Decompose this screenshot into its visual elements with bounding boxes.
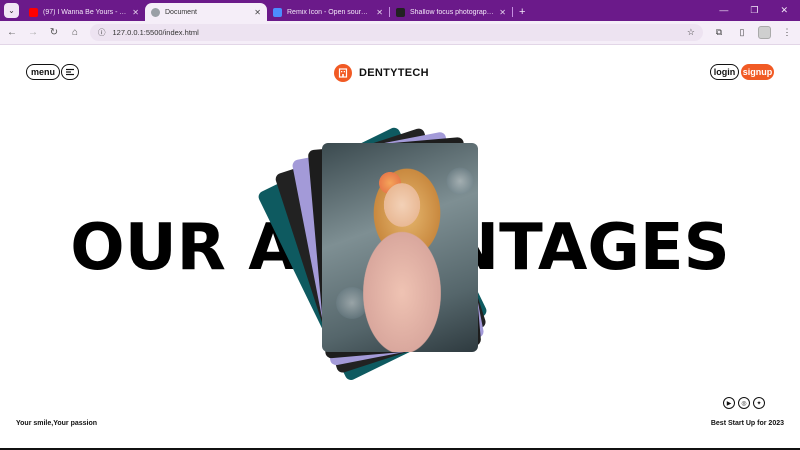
- browser-tab[interactable]: Shallow focus photography of ✕: [390, 3, 512, 21]
- browser-tab[interactable]: (97) I Wanna Be Yours - YouTube ✕: [23, 3, 145, 21]
- award-text: Best Start Up for 2023: [710, 420, 784, 427]
- site-info-icon[interactable]: ⓘ: [98, 27, 106, 38]
- new-tab-icon[interactable]: +: [519, 6, 525, 18]
- youtube-favicon-icon: [29, 7, 38, 17]
- minimize-icon[interactable]: —: [719, 5, 728, 16]
- tab-search-button[interactable]: ⌄: [4, 3, 19, 18]
- close-icon[interactable]: ✕: [376, 8, 383, 17]
- building-logo-icon: [334, 64, 352, 82]
- tab-title: Document: [165, 8, 197, 16]
- back-icon[interactable]: ←: [6, 27, 18, 38]
- close-icon[interactable]: ✕: [132, 8, 139, 17]
- browser-tab[interactable]: Remix Icon - Open source icon ✕: [267, 3, 389, 21]
- tab-title: Remix Icon - Open source icon: [287, 8, 371, 16]
- browser-toolbar: ← → ↻ ⌂ ⓘ 127.0.0.1:5500/index.html ☆ ⧉ …: [0, 21, 800, 45]
- tab-title: Shallow focus photography of: [410, 8, 495, 16]
- menu-button[interactable]: menu: [26, 64, 60, 80]
- close-icon[interactable]: ✕: [254, 8, 261, 17]
- hero-photo-card[interactable]: [322, 143, 478, 352]
- menu-icon: [66, 68, 74, 76]
- browser-tab-active[interactable]: Document ✕: [145, 3, 267, 21]
- close-icon[interactable]: ✕: [499, 8, 506, 17]
- social-links: ▶ ◎ ✦: [723, 397, 765, 409]
- extensions-icon[interactable]: ⧉: [712, 27, 726, 38]
- home-icon[interactable]: ⌂: [69, 27, 81, 38]
- maximize-icon[interactable]: ❐: [750, 5, 758, 16]
- bookmark-star-icon[interactable]: ☆: [687, 27, 695, 38]
- reload-icon[interactable]: ↻: [48, 27, 60, 38]
- twitter-icon[interactable]: ✦: [753, 397, 765, 409]
- tagline: Your smile,Your passion: [16, 420, 98, 427]
- youtube-icon[interactable]: ▶: [723, 397, 735, 409]
- address-bar[interactable]: ⓘ 127.0.0.1:5500/index.html ☆: [90, 24, 703, 41]
- page-content: menu DENTYTECH login signup OUR ADVANTAG…: [0, 46, 800, 450]
- window-controls: — ❐ ✕: [719, 5, 800, 21]
- forward-icon[interactable]: →: [27, 27, 39, 38]
- brand[interactable]: DENTYTECH: [334, 64, 429, 82]
- profile-avatar[interactable]: [758, 26, 771, 39]
- tab-divider: [512, 7, 513, 17]
- tab-title: (97) I Wanna Be Yours - YouTube: [43, 8, 128, 16]
- brand-name: DENTYTECH: [359, 67, 429, 79]
- globe-favicon-icon: [151, 7, 160, 17]
- remix-favicon-icon: [273, 7, 282, 17]
- signup-button[interactable]: signup: [741, 64, 774, 80]
- login-button[interactable]: login: [710, 64, 739, 80]
- menu-icon-button[interactable]: [61, 64, 79, 80]
- url-text[interactable]: 127.0.0.1:5500/index.html: [113, 28, 680, 37]
- more-options-icon[interactable]: ⋮: [780, 27, 794, 38]
- browser-tab-bar: ⌄ (97) I Wanna Be Yours - YouTube ✕ Docu…: [0, 0, 800, 21]
- side-panel-icon[interactable]: ▯: [735, 27, 749, 38]
- close-window-icon[interactable]: ✕: [780, 5, 788, 16]
- instagram-icon[interactable]: ◎: [738, 397, 750, 409]
- unsplash-favicon-icon: [396, 7, 405, 17]
